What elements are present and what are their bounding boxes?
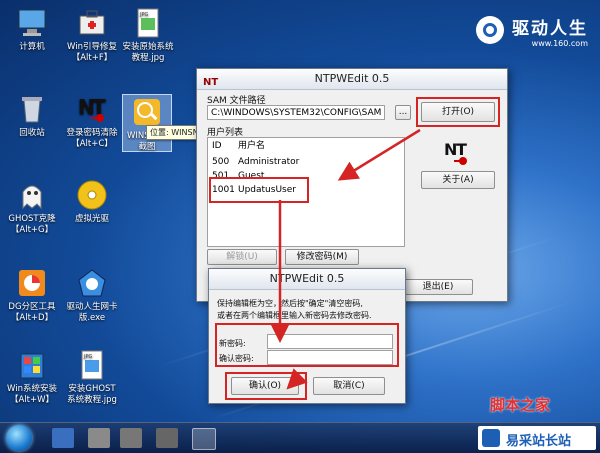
user-row[interactable]: 500 Administrator <box>212 156 299 169</box>
taskbar-ntpwedit[interactable] <box>192 428 216 450</box>
desktop-icon-label: 版.exe <box>78 313 106 323</box>
user-highlight <box>209 177 309 203</box>
main-window-titlebar[interactable]: NT NTPWEdit 0.5 <box>197 69 507 90</box>
exit-button[interactable]: 退出(E) <box>403 279 473 295</box>
winsnap-icon <box>130 95 164 129</box>
column-id: ID <box>212 141 222 151</box>
computer-icon <box>15 6 49 40</box>
desktop-icon-label: 截图 <box>138 142 156 152</box>
ghost-icon <box>15 178 49 212</box>
unlock-button[interactable]: 解锁(U) <box>207 249 277 265</box>
dialog-hint-line1: 保持编辑框为空，然后按"确定"清空密码, <box>217 299 363 308</box>
desktop-icon-label: 【Alt+G】 <box>10 225 54 235</box>
watermark-easy: 易采站长站 <box>478 426 596 450</box>
desktop-icon-winsnap[interactable]: WINSNAP 截图 <box>122 94 172 152</box>
desktop-icon-label: Win系统安装 <box>7 384 57 394</box>
desktop-icon-label: 安装原始系统 <box>122 42 174 52</box>
watermark-jb51: 脚本之家 <box>490 396 551 414</box>
desktop-icon-label: 【Alt+F】 <box>71 53 113 63</box>
ntpwedit-main-window: NT NTPWEdit 0.5 SAM 文件路径 C:\WINDOWS\SYST… <box>196 68 508 302</box>
recycle-bin-icon <box>15 92 49 126</box>
desktop-icon-label: DG分区工具 <box>8 302 56 312</box>
password-fields-highlight <box>215 323 399 367</box>
desktop-icon-install-tutorial[interactable]: JPG 安装原始系统 教程.jpg <box>116 6 180 64</box>
taskbar-app-3[interactable] <box>120 428 142 448</box>
desktop-icon-label: 计算机 <box>19 42 45 52</box>
desktop-icon-computer[interactable]: 计算机 <box>0 6 64 53</box>
toolbox-icon <box>75 6 109 40</box>
driver-icon <box>75 266 109 300</box>
windows-install-icon <box>15 348 49 382</box>
image-file-icon: JPG <box>75 348 109 382</box>
taskbar-app-1[interactable] <box>52 428 74 448</box>
svg-text:JPG: JPG <box>83 354 92 360</box>
dialog-hint-line2: 或者在两个编辑框里输入新密码去修改密码. <box>217 311 372 320</box>
desktop-icon-password-clear[interactable]: NT 登录密码清除 【Alt+C】 <box>60 92 124 150</box>
desktop-icon-win-boot-repair[interactable]: Win引导修复 【Alt+F】 <box>60 6 124 64</box>
brand-logo: 驱动人生 www.160.com <box>476 14 588 48</box>
taskbar-app-4[interactable] <box>156 428 178 448</box>
desktop-icon-recycle-bin[interactable]: 回收站 <box>0 92 64 139</box>
cancel-button[interactable]: 取消(C) <box>313 377 385 395</box>
watermark-easy-text: 易采站长站 <box>506 434 572 449</box>
app-icon: NT <box>203 77 219 88</box>
desktop-icon-win-install[interactable]: Win系统安装 【Alt+W】 <box>0 348 64 406</box>
start-button[interactable] <box>6 425 32 451</box>
desktop-icon-ghost-tutorial[interactable]: JPG 安装GHOST 系统教程.jpg <box>60 348 124 406</box>
desktop-icon-virtual-drive[interactable]: 虚拟光驱 <box>60 178 124 225</box>
dialog-titlebar[interactable]: NTPWEdit 0.5 <box>209 269 405 290</box>
desktop-icon-label: 【Alt+C】 <box>71 139 113 149</box>
desktop-icon-dg-partition[interactable]: DG分区工具 【Alt+D】 <box>0 266 64 324</box>
ntpwedit-icon: NT <box>75 92 109 126</box>
browse-button[interactable]: ... <box>395 105 411 120</box>
desktop-icon-label: 系统教程.jpg <box>67 395 117 405</box>
image-file-icon: JPG <box>131 6 165 40</box>
partition-tool-icon <box>15 266 49 300</box>
change-password-dialog: NTPWEdit 0.5 保持编辑框为空，然后按"确定"清空密码, 或者在两个编… <box>208 268 406 404</box>
dialog-title: NTPWEdit 0.5 <box>269 272 345 285</box>
taskbar: 易采站长站 <box>0 422 600 453</box>
desktop-icon-ghost[interactable]: GHOST克隆 【Alt+G】 <box>0 178 64 236</box>
brand-title: 驱动人生 <box>512 19 588 39</box>
main-window-title: NTPWEdit 0.5 <box>314 72 390 85</box>
desktop-icon-label: 虚拟光驱 <box>74 214 109 224</box>
desktop-icon-label: GHOST克隆 <box>8 214 56 224</box>
ntpwedit-logo-icon: NT <box>443 137 473 170</box>
desktop-icon-label: 驱动人生网卡 <box>66 302 118 312</box>
user-list-header: ID 用户名 <box>212 140 265 153</box>
cd-icon <box>75 178 109 212</box>
brand-url: www.160.com <box>531 39 588 48</box>
about-button[interactable]: 关于(A) <box>421 171 495 189</box>
ok-highlight <box>225 372 307 400</box>
desktop-icon-label: 登录密码清除 <box>66 128 118 138</box>
desktop-icon-label: Win引导修复 <box>67 42 117 52</box>
open-highlight <box>416 97 500 127</box>
desktop-icon-label: 回收站 <box>19 128 45 138</box>
brand-badge-icon <box>476 16 504 44</box>
taskbar-app-2[interactable] <box>88 428 110 448</box>
desktop-icon-label: 安装GHOST <box>68 384 116 394</box>
desktop-icon-label: 教程.jpg <box>131 53 165 63</box>
watermark-logo-icon <box>482 429 500 447</box>
desktop-icon-label: 【Alt+D】 <box>10 313 54 323</box>
desktop-icon-label: 【Alt+W】 <box>9 395 55 405</box>
svg-text:T: T <box>456 140 467 159</box>
sam-path-input[interactable]: C:\WINDOWS\SYSTEM32\CONFIG\SAM <box>207 105 385 120</box>
column-username: 用户名 <box>238 141 266 151</box>
change-password-button[interactable]: 修改密码(M) <box>285 249 359 265</box>
svg-text:JPG: JPG <box>139 12 148 18</box>
desktop-icon-driver-nic[interactable]: 驱动人生网卡 版.exe <box>60 266 124 324</box>
